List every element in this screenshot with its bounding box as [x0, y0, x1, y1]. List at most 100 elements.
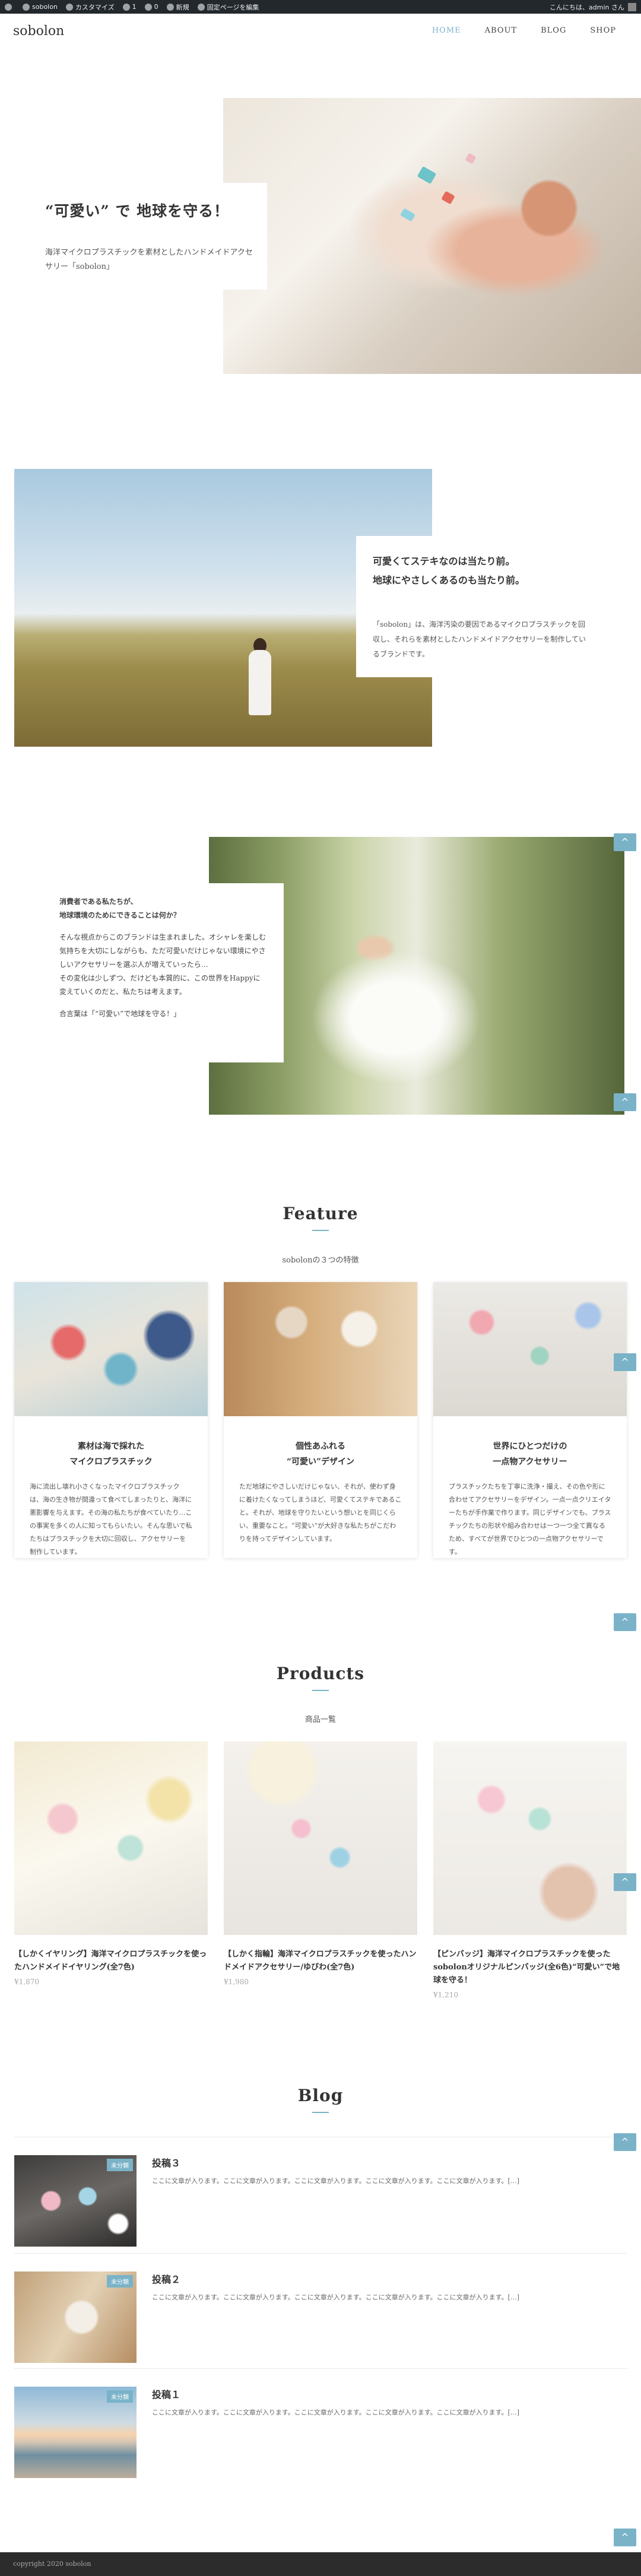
- admin-customize-label: カスタマイズ: [75, 3, 115, 11]
- message-question-1: 消費者である私たちが、: [59, 897, 138, 906]
- category-badge[interactable]: 未分類: [107, 2275, 133, 2288]
- avatar: [628, 2, 636, 11]
- scroll-top-button[interactable]: ^: [614, 2529, 636, 2546]
- hero-image: [223, 98, 641, 374]
- admin-comments-count: 0: [154, 3, 158, 11]
- blog-post-row[interactable]: 未分類 投稿２ ここに文章が入ります。ここに文章が入ります。ここに文章が入ります…: [14, 2253, 627, 2369]
- feature-title: 個性あふれる “可愛い”デザイン: [236, 1439, 405, 1470]
- product-image[interactable]: [433, 1741, 627, 1935]
- comment-icon: [144, 3, 152, 11]
- admin-account-menu[interactable]: こんにちは、admin さん: [550, 2, 636, 12]
- admin-site-link[interactable]: sobolon: [23, 3, 58, 11]
- nav-home[interactable]: HOME: [432, 26, 461, 35]
- message-text: 消費者である私たちが、地球環境のためにできることは何か？ そんな視点からこのブラ…: [59, 895, 267, 1029]
- admin-new-link[interactable]: 新規: [166, 2, 189, 12]
- copyright-text: copyright 2020 sobolon: [13, 2560, 91, 2568]
- blog-post-title[interactable]: 投稿３: [152, 2155, 180, 2169]
- message-motto: 合言葉は「“可愛い”で地球を守る！」: [59, 1010, 181, 1018]
- admin-customize-link[interactable]: カスタマイズ: [65, 2, 115, 12]
- product-card[interactable]: 【ピンバッジ】海洋マイクロプラスチックを使ったsobolonオリジナルピンバッジ…: [433, 1741, 627, 1999]
- wordpress-logo-icon[interactable]: [5, 3, 14, 11]
- blog-post-excerpt: ここに文章が入ります。ここに文章が入ります。ここに文章が入ります。ここに文章が入…: [152, 2293, 520, 2301]
- plus-icon: [166, 3, 174, 11]
- message-question-2: 地球環境のためにできることは何か？: [59, 911, 180, 919]
- message-paragraph-2: その変化は少しずつ、だけども本質的に、この世界をHappyに変えていくのだと、私…: [59, 974, 261, 996]
- feature-title-line1: 個性あふれる: [296, 1442, 345, 1451]
- hero-description: 海洋マイクロプラスチックを素材としたハンドメイドアクセサリー「sobolon」: [45, 248, 253, 271]
- feature-title-line2: マイクロプラスチック: [69, 1457, 153, 1467]
- blog-thumbnail[interactable]: 未分類: [14, 2272, 137, 2363]
- arrow-up-icon: ^: [621, 2136, 629, 2147]
- site-title[interactable]: sobolon: [13, 24, 64, 39]
- arrow-up-icon: ^: [621, 2531, 629, 2543]
- admin-edit-page-link[interactable]: 固定ページを編集: [197, 2, 259, 12]
- refresh-icon: [122, 3, 130, 11]
- feature-card: 素材は海で採れた マイクロプラスチック 海に流出し壊れ小さくなったマイクロプラスチ…: [14, 1282, 208, 1558]
- footer: copyright 2020 sobolon: [0, 2552, 641, 2576]
- feature-title-line1: 素材は海で採れた: [78, 1442, 144, 1451]
- feature-subheading: sobolonの３つの特徴: [282, 1256, 359, 1265]
- scroll-top-button[interactable]: ^: [614, 1353, 636, 1371]
- feature-text: 海に流出し壊れ小さくなったマイクロプラスチックは、海の生き物が間違って食べてしま…: [30, 1483, 192, 1556]
- scroll-top-button[interactable]: ^: [614, 1613, 636, 1631]
- scroll-top-button[interactable]: ^: [614, 1093, 636, 1111]
- blog-thumbnail[interactable]: 未分類: [14, 2155, 137, 2247]
- blog-post-row[interactable]: 未分類 投稿１ ここに文章が入ります。ここに文章が入ります。ここに文章が入ります…: [14, 2368, 627, 2485]
- products-subheading: 商品一覧: [304, 1715, 336, 1724]
- home-icon: [23, 3, 30, 11]
- admin-new-label: 新規: [176, 3, 189, 11]
- nav-about[interactable]: ABOUT: [485, 26, 517, 35]
- feature-card: 世界にひとつだけの 一点物アクセサリー プラスチックたちを丁寧に洗浄・撮え、その色…: [433, 1282, 627, 1558]
- brush-icon: [65, 3, 73, 11]
- scroll-top-button[interactable]: ^: [614, 2133, 636, 2151]
- nav-blog[interactable]: BLOG: [541, 26, 566, 35]
- blog-thumbnail[interactable]: 未分類: [14, 2387, 137, 2478]
- product-image[interactable]: [14, 1741, 208, 1935]
- product-name[interactable]: 【ピンバッジ】海洋マイクロプラスチックを使ったsobolonオリジナルピンバッジ…: [433, 1948, 627, 1987]
- feature-heading: Feature: [283, 1204, 358, 1223]
- feature-title-line1: 世界にひとつだけの: [493, 1442, 567, 1451]
- category-badge[interactable]: 未分類: [107, 2159, 133, 2171]
- feature-image: [224, 1282, 417, 1416]
- concept-title: 可愛くてステキなのは当たり前。 地球にやさしくあるのも当たり前。: [373, 552, 598, 590]
- product-image[interactable]: [224, 1741, 417, 1935]
- blog-post-title[interactable]: 投稿１: [152, 2387, 180, 2401]
- arrow-up-icon: ^: [621, 1876, 629, 1887]
- product-price: ¥1,980: [224, 1978, 249, 1986]
- blog-post-row[interactable]: 未分類 投稿３ ここに文章が入ります。ここに文章が入ります。ここに文章が入ります…: [14, 2137, 627, 2253]
- feature-card: 個性あふれる “可愛い”デザイン ただ地球にやさしいだけじゃない、それが、使わず身…: [224, 1282, 417, 1558]
- scroll-top-button[interactable]: ^: [614, 1873, 636, 1891]
- arrow-up-icon: ^: [621, 1356, 629, 1368]
- admin-updates-link[interactable]: 1: [122, 3, 137, 11]
- feature-heading-underline: [312, 1230, 329, 1231]
- product-price: ¥1,870: [14, 1978, 39, 1986]
- scroll-top-button[interactable]: ^: [614, 833, 636, 851]
- pencil-icon: [197, 3, 205, 11]
- admin-updates-count: 1: [132, 3, 137, 11]
- feature-title-line2: 一点物アクセサリー: [493, 1457, 567, 1467]
- message-paragraph-1: そんな視点からこのブランドは生まれました。オシャレを楽しむ気持ちを大切にしながら…: [59, 933, 266, 969]
- product-price: ¥1,210: [433, 1991, 458, 1999]
- product-card[interactable]: 【しかくイヤリング】海洋マイクロプラスチックを使ったハンドメイドイヤリング(全7…: [14, 1741, 208, 1986]
- blog-post-title[interactable]: 投稿２: [152, 2272, 180, 2286]
- blog-post-excerpt: ここに文章が入ります。ここに文章が入ります。ここに文章が入ります。ここに文章が入…: [152, 2409, 520, 2416]
- arrow-up-icon: ^: [621, 1616, 629, 1628]
- nav-shop[interactable]: SHOP: [590, 26, 616, 35]
- blog-post-excerpt: ここに文章が入ります。ここに文章が入ります。ここに文章が入ります。ここに文章が入…: [152, 2177, 520, 2185]
- concept-title-line2: 地球にやさしくあるのも当たり前。: [373, 575, 525, 586]
- product-name[interactable]: 【しかく指輪】海洋マイクロプラスチックを使ったハンドメイドアクセサリー/ゆびわ(…: [224, 1948, 417, 1974]
- product-card[interactable]: 【しかく指輪】海洋マイクロプラスチックを使ったハンドメイドアクセサリー/ゆびわ(…: [224, 1741, 417, 1986]
- feature-title-line2: “可愛い”デザイン: [286, 1457, 355, 1467]
- admin-comments-link[interactable]: 0: [144, 3, 158, 11]
- feature-title: 世界にひとつだけの 一点物アクセサリー: [445, 1439, 615, 1470]
- feature-text: ただ地球にやさしいだけじゃない、それが、使わず身に着けたくなってしまうほど、可愛…: [239, 1483, 402, 1543]
- concept-title-line1: 可愛くてステキなのは当たり前。: [373, 556, 515, 567]
- products-heading-underline: [312, 1690, 329, 1691]
- feature-image: [14, 1282, 208, 1416]
- blog-heading: Blog: [297, 2086, 344, 2105]
- arrow-up-icon: ^: [621, 1096, 629, 1108]
- concept-text: 「sobolon」は、海洋汚染の要因であるマイクロプラスチックを回収し、それらを…: [373, 620, 586, 658]
- admin-site-label: sobolon: [32, 3, 58, 11]
- category-badge[interactable]: 未分類: [107, 2390, 133, 2403]
- product-name[interactable]: 【しかくイヤリング】海洋マイクロプラスチックを使ったハンドメイドイヤリング(全7…: [14, 1948, 208, 1974]
